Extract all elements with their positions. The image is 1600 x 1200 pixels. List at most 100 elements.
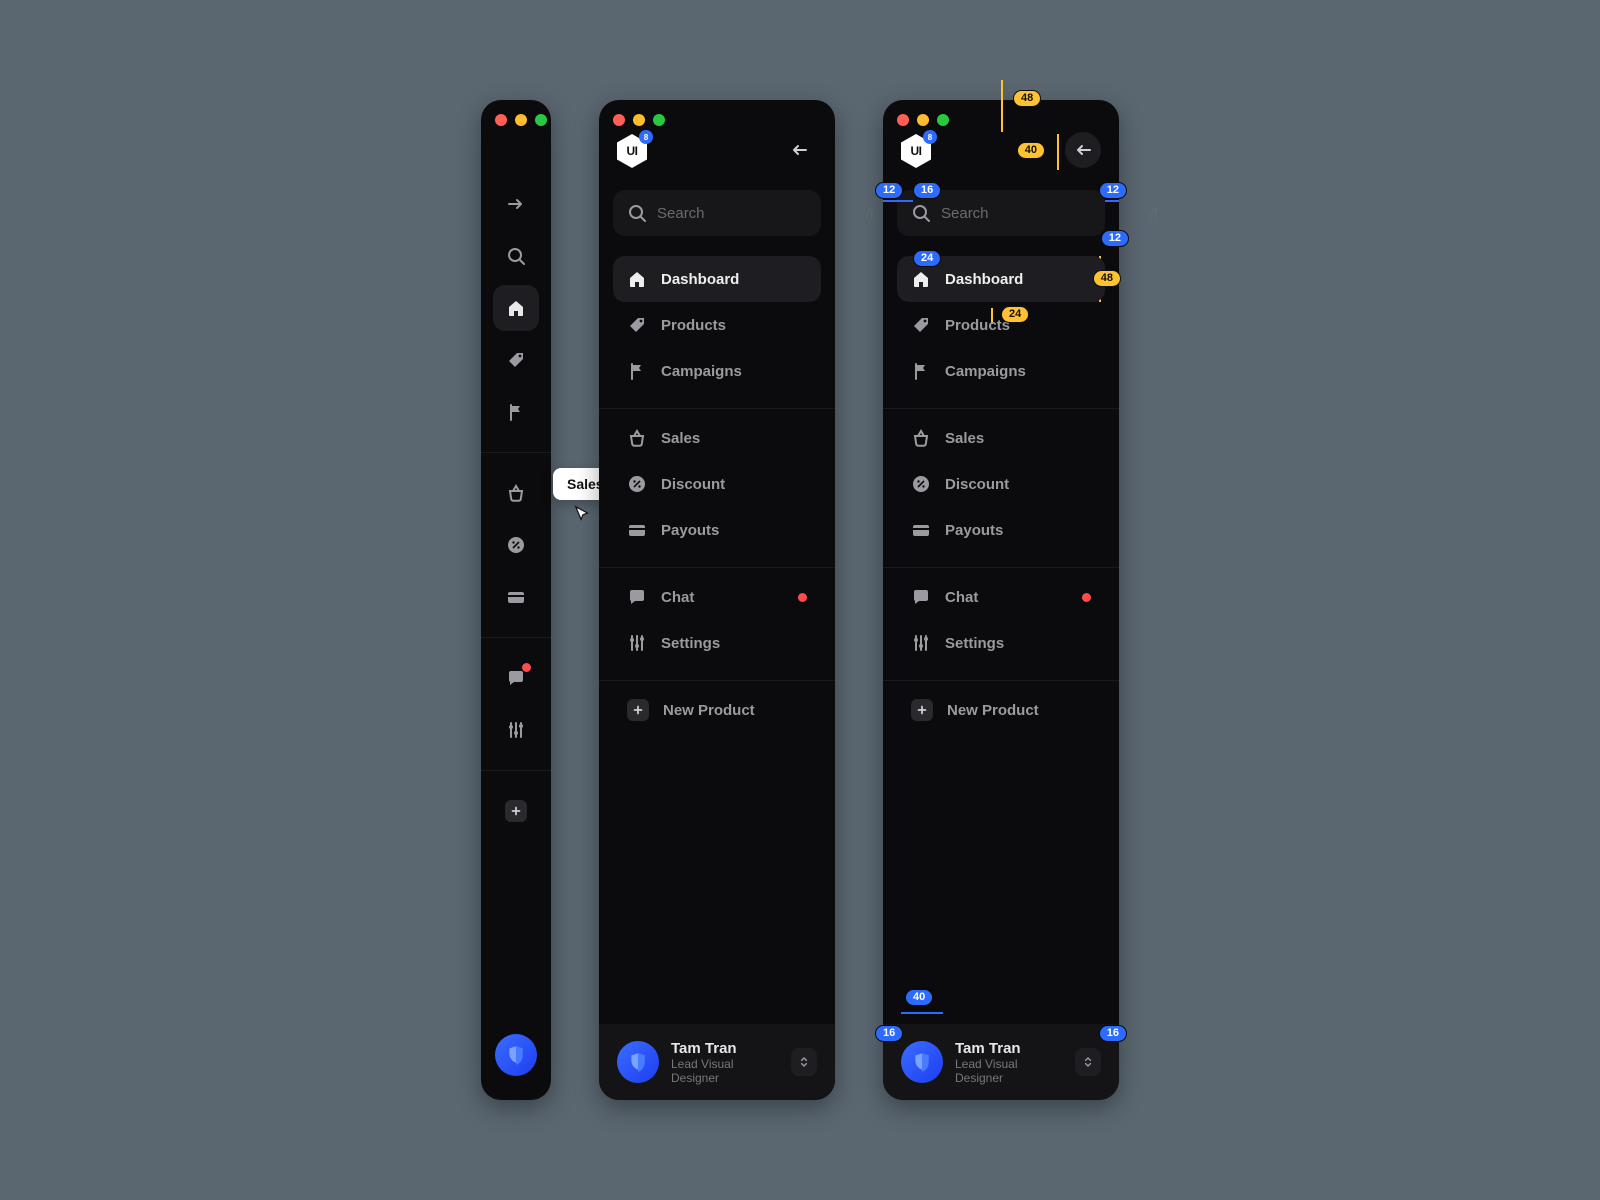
search-icon bbox=[911, 203, 931, 223]
tag-icon bbox=[911, 315, 931, 335]
logo-badge: 8 bbox=[923, 130, 937, 144]
window-controls bbox=[495, 114, 547, 126]
nav-new-product[interactable] bbox=[493, 788, 539, 834]
sidebar-expanded: UI 8 /f Dashboard Products Campaigns Sal… bbox=[599, 100, 835, 1100]
max-dot[interactable] bbox=[937, 114, 949, 126]
notification-dot bbox=[798, 593, 807, 602]
notification-dot bbox=[1082, 593, 1091, 602]
nav-new-product[interactable]: New Product bbox=[613, 687, 821, 733]
close-dot[interactable] bbox=[495, 114, 507, 126]
spec-rule bbox=[897, 200, 913, 202]
max-dot[interactable] bbox=[653, 114, 665, 126]
nav-settings[interactable] bbox=[493, 707, 539, 753]
nav-chat[interactable] bbox=[493, 655, 539, 701]
collapse-button[interactable] bbox=[1065, 132, 1101, 168]
spec-rule bbox=[883, 200, 897, 202]
basket-icon bbox=[911, 428, 931, 448]
search-icon bbox=[627, 203, 647, 223]
nav-sales[interactable]: Sales bbox=[493, 470, 539, 516]
collapse-button[interactable] bbox=[781, 132, 817, 168]
nav-sales[interactable]: Sales bbox=[613, 415, 821, 461]
min-dot[interactable] bbox=[633, 114, 645, 126]
user-footer[interactable]: Tam Tran Lead Visual Designer bbox=[599, 1024, 835, 1100]
user-avatar bbox=[901, 1041, 943, 1083]
flag-icon bbox=[627, 361, 647, 381]
max-dot[interactable] bbox=[535, 114, 547, 126]
window-controls bbox=[613, 114, 665, 126]
percent-icon bbox=[627, 474, 647, 494]
flag-icon bbox=[911, 361, 931, 381]
home-icon bbox=[627, 269, 647, 289]
plus-icon bbox=[911, 699, 933, 721]
nav-settings[interactable]: Settings bbox=[613, 620, 821, 666]
nav-settings[interactable]: Settings bbox=[897, 620, 1105, 666]
nav-campaigns[interactable]: Campaigns bbox=[613, 348, 821, 394]
nav-products[interactable]: Products bbox=[897, 302, 1105, 348]
nav-dashboard[interactable]: Dashboard bbox=[613, 256, 821, 302]
nav-group-3: Chat Settings bbox=[883, 568, 1119, 680]
user-footer[interactable]: Tam Tran Lead Visual Designer bbox=[883, 1024, 1119, 1100]
user-name: Tam Tran bbox=[955, 1040, 1063, 1057]
nav-chat[interactable]: Chat bbox=[897, 574, 1105, 620]
user-role: Lead Visual Designer bbox=[955, 1057, 1063, 1085]
user-menu-toggle[interactable] bbox=[1075, 1048, 1101, 1076]
nav-campaigns[interactable] bbox=[493, 389, 539, 435]
spec-search-gap: 12 bbox=[1101, 230, 1129, 247]
spec-row-pad: 24 bbox=[913, 250, 941, 267]
spec-rule bbox=[1001, 80, 1003, 132]
search-input[interactable] bbox=[941, 205, 1140, 222]
spec-top-gap: 48 bbox=[1013, 90, 1041, 107]
tag-icon bbox=[627, 315, 647, 335]
card-icon bbox=[911, 520, 931, 540]
spec-rule bbox=[1057, 134, 1059, 170]
nav-group-4: New Product bbox=[883, 681, 1119, 747]
spec-collapse-size: 40 bbox=[1017, 142, 1045, 159]
user-info: Tam Tran Lead Visual Designer bbox=[955, 1040, 1063, 1085]
divider bbox=[481, 770, 551, 771]
cursor-icon bbox=[573, 504, 591, 522]
divider bbox=[481, 637, 551, 638]
search-input[interactable] bbox=[657, 205, 856, 222]
nav-dashboard[interactable] bbox=[493, 285, 539, 331]
chat-icon bbox=[627, 587, 647, 607]
nav-products[interactable] bbox=[493, 337, 539, 383]
spec-row-height: 48 bbox=[1093, 270, 1121, 287]
spec-rule bbox=[901, 1012, 943, 1014]
expand-button[interactable] bbox=[493, 181, 539, 227]
spec-outer-right: 12 bbox=[1099, 182, 1127, 199]
nav-products[interactable]: Products bbox=[613, 302, 821, 348]
spec-rule bbox=[1105, 200, 1119, 202]
nav-group-1: Dashboard Products Campaigns bbox=[599, 250, 835, 408]
home-icon bbox=[911, 269, 931, 289]
min-dot[interactable] bbox=[917, 114, 929, 126]
nav-chat[interactable]: Chat bbox=[613, 574, 821, 620]
logo: UI 8 bbox=[617, 134, 647, 168]
user-name: Tam Tran bbox=[671, 1040, 779, 1057]
nav-discount[interactable] bbox=[493, 522, 539, 568]
spec-inner-pad: 16 bbox=[913, 182, 941, 199]
user-avatar[interactable] bbox=[495, 1034, 537, 1076]
divider bbox=[481, 452, 551, 453]
nav-discount[interactable]: Discount bbox=[897, 461, 1105, 507]
nav-payouts[interactable] bbox=[493, 574, 539, 620]
search-icon[interactable] bbox=[493, 233, 539, 279]
close-dot[interactable] bbox=[897, 114, 909, 126]
nav-campaigns[interactable]: Campaigns bbox=[897, 348, 1105, 394]
user-avatar bbox=[617, 1041, 659, 1083]
card-icon bbox=[627, 520, 647, 540]
nav-discount[interactable]: Discount bbox=[613, 461, 821, 507]
min-dot[interactable] bbox=[515, 114, 527, 126]
search-shortcut: /f bbox=[866, 205, 874, 221]
nav-new-product[interactable]: New Product bbox=[897, 687, 1105, 733]
nav-payouts[interactable]: Payouts bbox=[897, 507, 1105, 553]
nav-group-1: Dashboard Products Campaigns bbox=[883, 250, 1119, 408]
nav-group-2: Sales Discount Payouts bbox=[883, 409, 1119, 567]
plus-icon bbox=[627, 699, 649, 721]
nav-sales[interactable]: Sales bbox=[897, 415, 1105, 461]
close-dot[interactable] bbox=[613, 114, 625, 126]
user-menu-toggle[interactable] bbox=[791, 1048, 817, 1076]
nav-payouts[interactable]: Payouts bbox=[613, 507, 821, 553]
notification-dot bbox=[522, 663, 531, 672]
search-field[interactable]: /f bbox=[613, 190, 821, 236]
sliders-icon bbox=[911, 633, 931, 653]
